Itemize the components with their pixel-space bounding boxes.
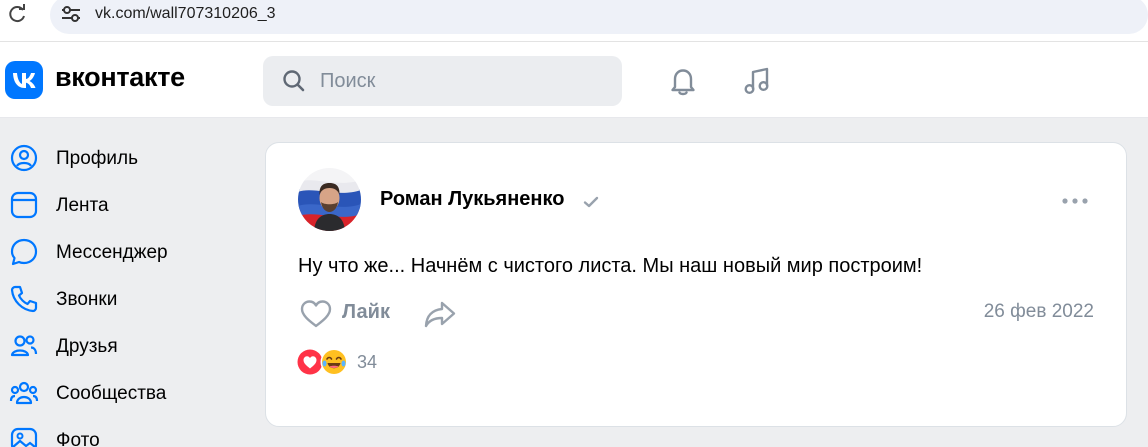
sidebar-item-profile[interactable]: Профиль — [0, 138, 250, 185]
heart-icon — [300, 300, 332, 328]
avatar[interactable] — [298, 168, 361, 231]
search-placeholder: Поиск — [320, 70, 376, 92]
wall-post: Роман Лукьяненко Ну что же... Начнём с ч… — [265, 142, 1127, 427]
music-icon[interactable] — [740, 64, 774, 98]
browser-toolbar: vk.com/wall707310206_3 — [0, 0, 1148, 42]
like-label: Лайк — [342, 301, 390, 323]
reload-icon[interactable] — [6, 4, 28, 26]
vk-logo-icon[interactable] — [5, 61, 43, 99]
notifications-bell-icon[interactable] — [666, 64, 700, 98]
communities-icon — [9, 381, 39, 405]
laughing-emoji-icon — [320, 348, 348, 376]
url-text[interactable]: vk.com/wall707310206_3 — [95, 5, 276, 23]
verified-check-icon — [583, 196, 599, 208]
more-options-icon[interactable] — [1060, 196, 1090, 206]
reactions-summary[interactable]: 34 — [297, 347, 387, 377]
sidebar-item-friends[interactable]: Друзья — [0, 326, 250, 373]
profile-icon — [10, 144, 38, 172]
phone-icon — [10, 285, 38, 313]
search-input[interactable]: Поиск — [263, 56, 622, 106]
like-button[interactable]: Лайк — [299, 298, 399, 334]
sidebar-item-communities[interactable]: Сообщества — [0, 373, 250, 420]
sidebar-item-label: Сообщества — [56, 383, 167, 404]
photo-icon — [10, 427, 38, 447]
feed-icon — [10, 191, 38, 219]
sidebar-item-label: Лента — [56, 195, 109, 216]
friends-icon — [10, 335, 38, 357]
sidebar-item-label: Друзья — [56, 336, 118, 357]
sidebar: Профиль Лента Мессенджер Звонки Друзья С… — [0, 138, 250, 447]
site-info-icon[interactable] — [60, 5, 82, 23]
post-date[interactable]: 26 фев 2022 — [984, 301, 1094, 323]
sidebar-item-feed[interactable]: Лента — [0, 185, 250, 232]
messenger-icon — [10, 238, 38, 266]
sidebar-item-label: Звонки — [56, 289, 118, 310]
search-icon — [283, 70, 305, 92]
sidebar-item-photos[interactable]: Фото — [0, 420, 250, 447]
sidebar-item-label: Мессенджер — [56, 242, 168, 263]
vk-brand[interactable]: вконтакте — [55, 62, 185, 93]
share-icon[interactable] — [422, 296, 458, 332]
post-text: Ну что же... Начнём с чистого листа. Мы … — [298, 255, 923, 277]
vk-header: вконтакте Поиск — [0, 42, 1148, 118]
sidebar-item-label: Профиль — [56, 148, 139, 169]
post-author[interactable]: Роман Лукьяненко — [380, 188, 564, 211]
sidebar-item-messenger[interactable]: Мессенджер — [0, 232, 250, 279]
sidebar-item-label: Фото — [56, 430, 100, 447]
sidebar-item-calls[interactable]: Звонки — [0, 279, 250, 326]
reactions-count: 34 — [357, 352, 378, 372]
